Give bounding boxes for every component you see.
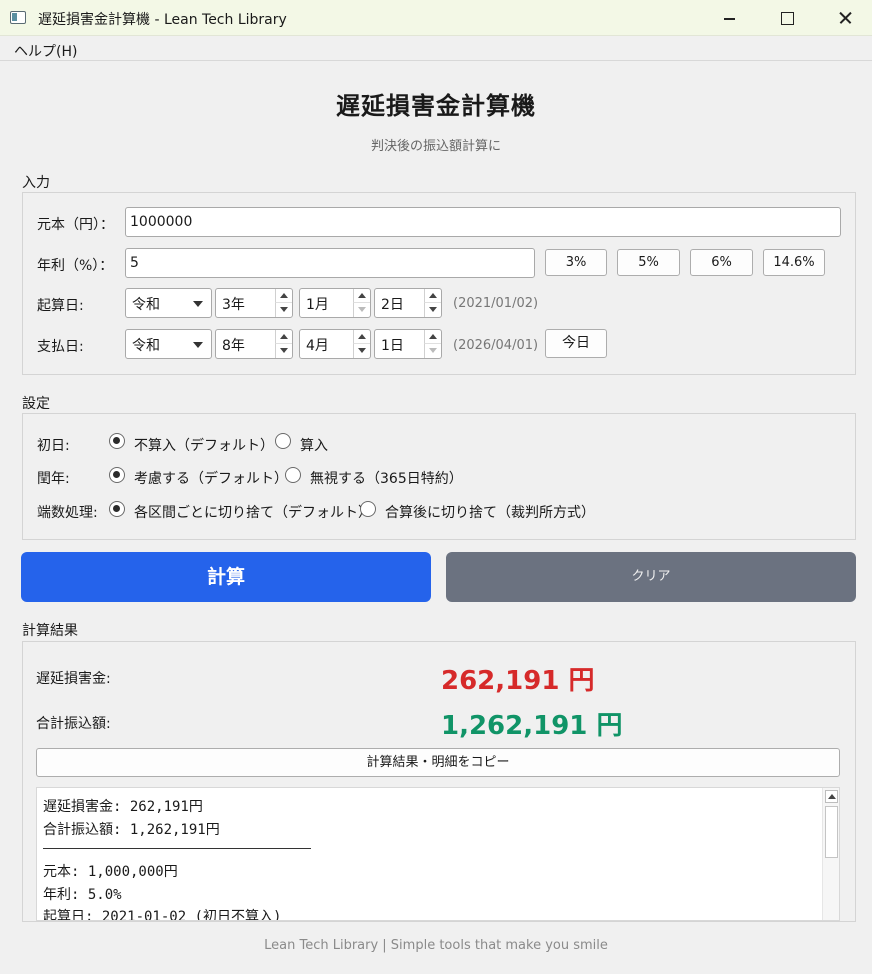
leap-year-option-ignore[interactable]: 無視する（365日特約） <box>310 468 463 488</box>
vertical-scrollbar[interactable] <box>822 788 839 920</box>
payment-day-value: 1日 <box>381 338 404 354</box>
menu-bar: ヘルプ(H) <box>0 37 872 61</box>
scrollbar-thumb[interactable] <box>825 806 838 858</box>
payment-year-spinbox[interactable]: 8年 <box>215 329 293 359</box>
chevron-down-icon <box>193 342 203 348</box>
payment-month-value: 4月 <box>306 338 329 354</box>
rate-preset-6-button[interactable]: 6% <box>690 249 753 276</box>
payment-day-spinbox[interactable]: 1日 <box>374 329 442 359</box>
payment-date-label: 支払日: <box>37 339 84 355</box>
payment-year-value: 8年 <box>222 338 245 354</box>
detail-line: 合計振込額: 1,262,191円 <box>43 822 220 838</box>
input-group: 元本（円）： 1000000 年利（%）： 5 3% 5% 6% 14.6% 起… <box>22 192 856 375</box>
close-button[interactable] <box>816 0 872 36</box>
principal-label: 元本（円）： <box>37 217 114 233</box>
spin-down-icon[interactable] <box>353 344 370 358</box>
start-day-value: 2日 <box>381 297 404 313</box>
start-era-value: 令和 <box>132 297 160 313</box>
today-button[interactable]: 今日 <box>545 329 607 358</box>
payment-era-value: 令和 <box>132 338 160 354</box>
start-month-spinbox[interactable]: 1月 <box>299 288 371 318</box>
start-date-label: 起算日: <box>37 298 84 314</box>
rate-preset-5-button[interactable]: 5% <box>617 249 680 276</box>
principal-input[interactable]: 1000000 <box>125 207 841 237</box>
total-value: 1,262,191 円 <box>441 711 623 741</box>
page-subtitle: 判決後の振込額計算に <box>370 139 501 154</box>
leap-year-radio-consider[interactable] <box>109 467 125 483</box>
detail-line: 遅延損害金: 262,191円 <box>43 799 203 815</box>
spin-down-icon[interactable] <box>424 303 441 317</box>
start-year-spinbox[interactable]: 3年 <box>215 288 293 318</box>
first-day-radio-include[interactable] <box>275 433 291 449</box>
detail-separator <box>43 848 311 849</box>
maximize-button[interactable] <box>758 0 816 36</box>
chevron-down-icon <box>193 301 203 307</box>
spin-down-icon[interactable] <box>275 303 292 317</box>
minimize-button[interactable] <box>700 0 758 36</box>
spin-up-icon[interactable] <box>353 289 370 303</box>
footer-text: Lean Tech Library | Simple tools that ma… <box>264 938 608 953</box>
rate-label: 年利（%）： <box>37 258 114 274</box>
total-label: 合計振込額: <box>36 716 111 732</box>
start-month-value: 1月 <box>306 297 329 313</box>
calculate-button[interactable]: 計算 <box>21 552 431 602</box>
damages-value: 262,191 円 <box>441 666 595 696</box>
leap-year-radio-ignore[interactable] <box>285 467 301 483</box>
rate-preset-14-6-button[interactable]: 14.6% <box>763 249 825 276</box>
spin-up-icon[interactable] <box>275 330 292 344</box>
rounding-option-after-sum[interactable]: 合算後に切り捨て（裁判所方式） <box>385 502 595 522</box>
leap-year-option-consider[interactable]: 考慮する（デフォルト） <box>134 468 288 488</box>
leap-year-label: 閏年: <box>37 471 70 487</box>
page-title: 遅延損害金計算機 <box>336 92 536 120</box>
settings-group: 初日: 不算入（デフォルト） 算入 閏年: 考慮する（デフォルト） 無視する（3… <box>22 413 856 540</box>
rounding-radio-per-interval[interactable] <box>109 501 125 517</box>
payment-month-spinbox[interactable]: 4月 <box>299 329 371 359</box>
first-day-option-include[interactable]: 算入 <box>300 435 328 455</box>
rate-input[interactable]: 5 <box>125 248 535 278</box>
first-day-label: 初日: <box>37 438 70 454</box>
detail-line: 起算日: 2021-01-02 (初日不算入) <box>43 909 282 921</box>
rounding-label: 端数処理: <box>37 505 98 521</box>
spin-up-icon[interactable] <box>353 330 370 344</box>
rounding-option-per-interval[interactable]: 各区間ごとに切り捨て（デフォルト） <box>134 502 372 522</box>
spin-down-icon[interactable] <box>275 344 292 358</box>
settings-section-label: 設定 <box>22 396 50 412</box>
clear-button[interactable]: クリア <box>446 552 856 602</box>
copy-result-button[interactable]: 計算結果・明細をコピー <box>36 748 840 777</box>
detail-line: 元本: 1,000,000円 <box>43 864 178 880</box>
spin-down-icon[interactable] <box>424 344 441 358</box>
rounding-radio-after-sum[interactable] <box>360 501 376 517</box>
input-section-label: 入力 <box>22 175 50 191</box>
rate-preset-3-button[interactable]: 3% <box>545 249 607 276</box>
start-day-spinbox[interactable]: 2日 <box>374 288 442 318</box>
start-date-hint: (2021/01/02) <box>453 296 539 311</box>
app-icon <box>10 11 26 24</box>
spin-up-icon[interactable] <box>424 330 441 344</box>
damages-label: 遅延損害金: <box>36 671 111 687</box>
start-era-select[interactable]: 令和 <box>125 288 212 318</box>
first-day-option-exclude[interactable]: 不算入（デフォルト） <box>134 435 274 455</box>
start-year-value: 3年 <box>222 297 245 313</box>
spin-down-icon[interactable] <box>353 303 370 317</box>
first-day-radio-exclude[interactable] <box>109 433 125 449</box>
payment-era-select[interactable]: 令和 <box>125 329 212 359</box>
window-title: 遅延損害金計算機 - Lean Tech Library <box>38 12 287 28</box>
result-section-label: 計算結果 <box>22 623 78 639</box>
payment-date-hint: (2026/04/01) <box>453 338 539 353</box>
spin-up-icon[interactable] <box>275 289 292 303</box>
menu-help[interactable]: ヘルプ(H) <box>14 41 77 61</box>
spin-up-icon[interactable] <box>424 289 441 303</box>
detail-line: 年利: 5.0% <box>43 887 122 903</box>
scroll-up-icon[interactable] <box>825 790 838 803</box>
result-detail-textarea[interactable]: 遅延損害金: 262,191円 合計振込額: 1,262,191円 元本: 1,… <box>36 787 840 921</box>
title-bar: 遅延損害金計算機 - Lean Tech Library <box>0 0 872 36</box>
